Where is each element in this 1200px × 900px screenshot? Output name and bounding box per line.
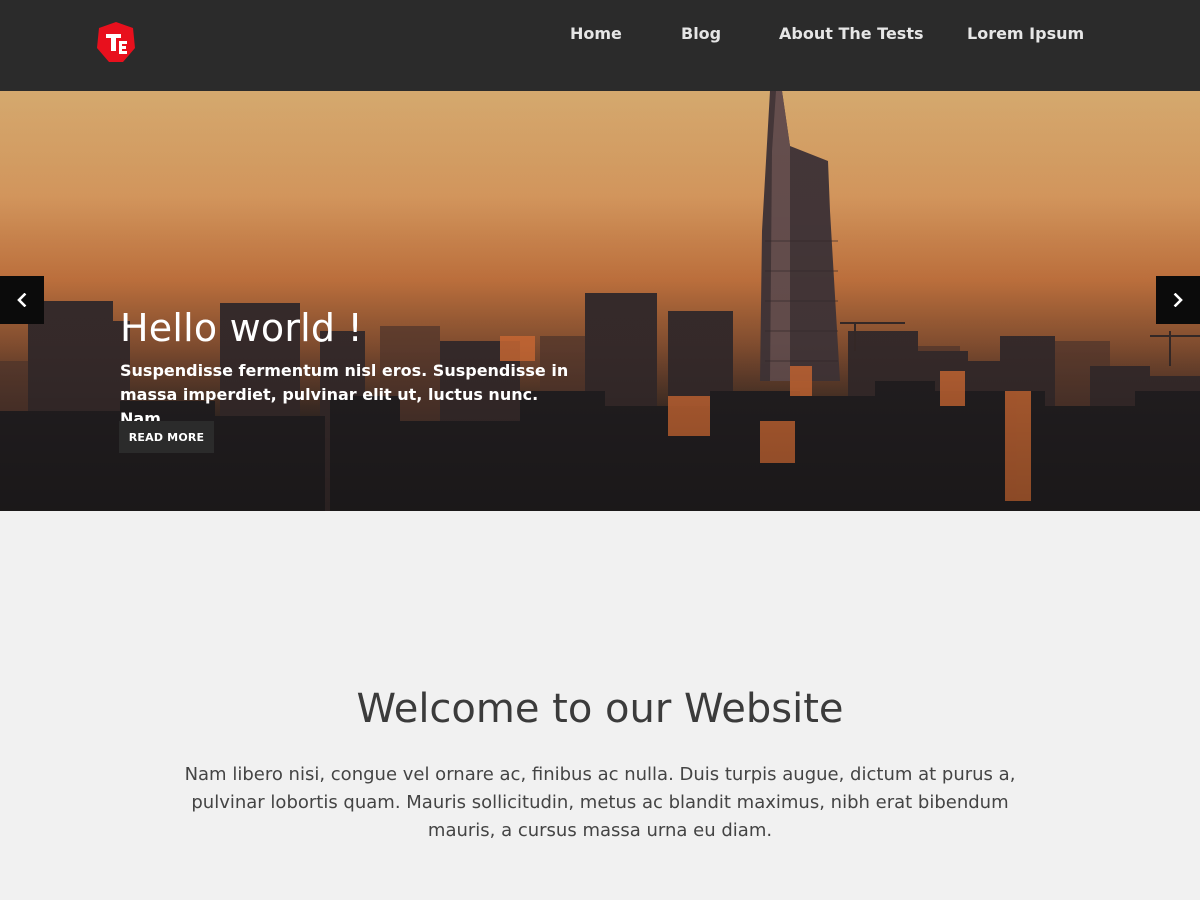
site-header: Home Blog About The Tests Lorem Ipsum: [0, 0, 1200, 91]
slide-title: Hello world !: [120, 306, 363, 350]
main-nav: Home Blog About The Tests Lorem Ipsum: [0, 24, 1200, 48]
slider-prev-button[interactable]: [0, 276, 44, 324]
hero-slider: Hello world ! Suspendisse fermentum nisl…: [0, 91, 1200, 511]
nav-about-the-tests[interactable]: About The Tests: [779, 24, 924, 43]
read-more-button[interactable]: READ MORE: [119, 421, 214, 453]
nav-blog[interactable]: Blog: [681, 24, 721, 43]
chevron-right-icon: [1173, 293, 1183, 307]
welcome-title: Welcome to our Website: [356, 686, 844, 732]
slider-next-button[interactable]: [1156, 276, 1200, 324]
welcome-section: Welcome to our Website Nam libero nisi, …: [0, 511, 1200, 900]
chevron-left-icon: [17, 293, 27, 307]
welcome-text: Nam libero nisi, congue vel ornare ac, f…: [184, 764, 1016, 841]
nav-lorem-ipsum[interactable]: Lorem Ipsum: [967, 24, 1084, 43]
nav-home[interactable]: Home: [570, 24, 622, 43]
